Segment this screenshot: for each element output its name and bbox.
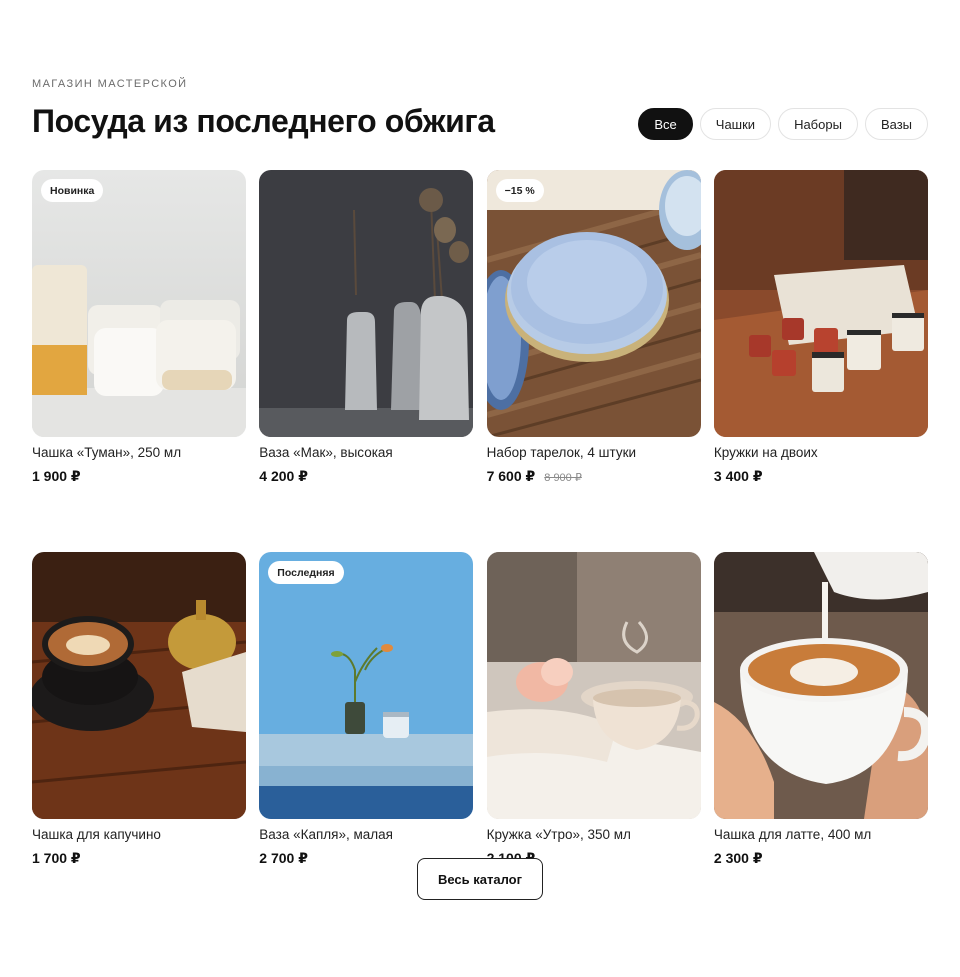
filter-vases[interactable]: Вазы: [864, 108, 928, 140]
product-image[interactable]: Последняя: [259, 552, 474, 819]
product-prices: 1 900 ₽: [32, 468, 246, 485]
product-card[interactable]: Кружка «Утро», 350 мл 2 100 ₽: [486, 552, 701, 867]
product-price: 4 200 ₽: [259, 468, 308, 484]
blue-plates-photo: [486, 170, 701, 437]
product-name[interactable]: Ваза «Мак», высокая: [259, 445, 473, 460]
latte-pour-photo: [713, 552, 928, 819]
morning-cup-photo: [486, 552, 701, 819]
product-badge: −15 %: [495, 179, 544, 202]
product-image[interactable]: [32, 552, 246, 819]
product-name[interactable]: Набор тарелок, 4 штуки: [487, 445, 701, 460]
cups-cream-photo: [32, 170, 246, 437]
cappuccino-photo: [32, 552, 246, 819]
product-card[interactable]: Последняя Ваза «Капля», малая 2 700 ₽: [259, 552, 474, 867]
filter-cups[interactable]: Чашки: [699, 108, 772, 140]
product-old-price: 8 900 ₽: [544, 472, 582, 484]
product-prices: 7 600 ₽ 8 900 ₽: [487, 468, 701, 485]
full-catalog-button[interactable]: Весь каталог: [417, 858, 543, 900]
product-card[interactable]: −15 % Набор тарелок, 4 штуки 7 600 ₽ 8 9…: [486, 170, 701, 485]
product-price: 2 300 ₽: [713, 850, 763, 866]
product-badge: Новинка: [41, 179, 104, 202]
product-price: 1 700 ₽: [32, 850, 81, 866]
product-name[interactable]: Чашка для латте, 400 мл: [714, 827, 928, 842]
product-prices: 4 200 ₽: [259, 468, 473, 485]
enamel-mugs-photo: [713, 170, 928, 437]
product-card[interactable]: Новинка Чашка «Туман», 250 мл 1 900 ₽: [32, 170, 246, 485]
product-card[interactable]: Ваза «Мак», высокая 4 200 ₽: [259, 170, 474, 485]
eyebrow-label: МАГАЗИН МАСТЕРСКОЙ: [32, 78, 188, 90]
product-grid: Новинка Чашка «Туман», 250 мл 1 900 ₽ Ва…: [32, 170, 928, 867]
product-price: 3 400 ₽: [713, 468, 763, 484]
product-image[interactable]: [486, 552, 701, 819]
product-card[interactable]: Чашка для латте, 400 мл 2 300 ₽: [713, 552, 928, 867]
product-image[interactable]: −15 %: [486, 170, 701, 437]
product-price: 1 900 ₽: [32, 468, 81, 484]
product-name[interactable]: Кружка «Утро», 350 мл: [487, 827, 701, 842]
product-card[interactable]: Чашка для капучино 1 700 ₽: [32, 552, 246, 867]
filter-chips: Все Чашки Наборы Вазы: [638, 108, 928, 140]
product-name[interactable]: Ваза «Капля», малая: [259, 827, 473, 842]
product-name[interactable]: Кружки на двоих: [714, 445, 928, 460]
page-title: Посуда из последнего обжига: [32, 103, 495, 139]
filter-sets[interactable]: Наборы: [778, 108, 858, 140]
filter-all[interactable]: Все: [638, 108, 693, 140]
product-name[interactable]: Чашка для капучино: [32, 827, 246, 842]
product-name[interactable]: Чашка «Туман», 250 мл: [32, 445, 246, 460]
product-card[interactable]: Кружки на двоих 3 400 ₽: [713, 170, 928, 485]
product-prices: 3 400 ₽: [714, 468, 928, 485]
product-prices: 1 700 ₽: [32, 850, 246, 867]
product-image[interactable]: [713, 170, 928, 437]
small-vase-blue-photo: [259, 552, 474, 819]
product-badge: Последняя: [268, 561, 344, 584]
product-prices: 2 300 ₽: [714, 850, 928, 867]
vases-dark-photo: [259, 170, 474, 437]
product-image[interactable]: [259, 170, 474, 437]
product-image[interactable]: Новинка: [32, 170, 246, 437]
product-price: 7 600 ₽: [486, 468, 536, 484]
product-image[interactable]: [713, 552, 928, 819]
product-price: 2 700 ₽: [259, 850, 308, 866]
